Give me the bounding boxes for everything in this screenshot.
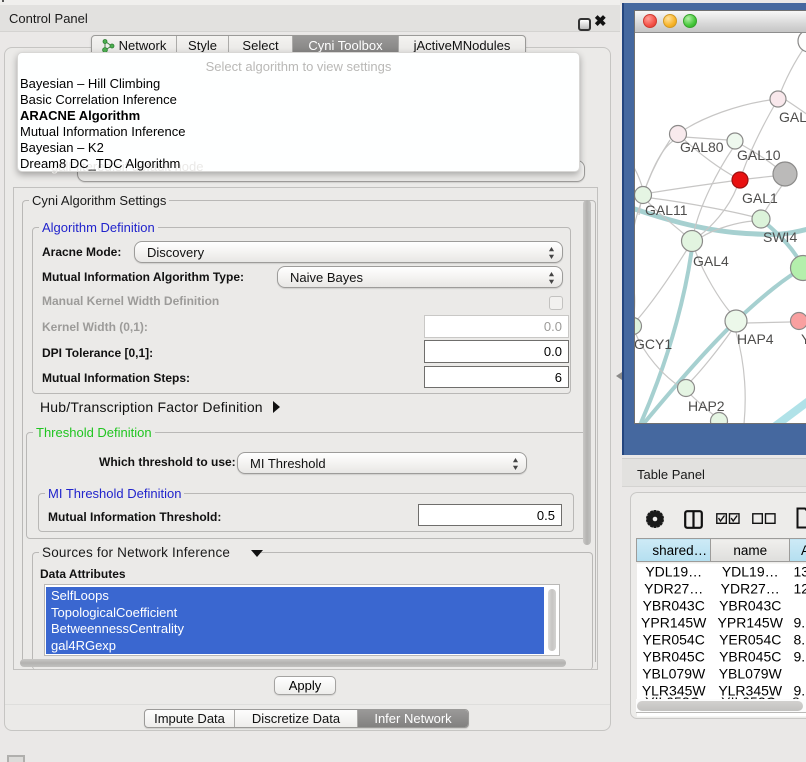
svg-text:GAL1: GAL1 xyxy=(742,190,778,206)
svg-text:YD: YD xyxy=(801,331,806,347)
svg-text:GAL7: GAL7 xyxy=(779,109,806,125)
svg-text:HAP4: HAP4 xyxy=(737,331,774,347)
svg-text:GCY1: GCY1 xyxy=(635,336,672,352)
svg-text:HAP2: HAP2 xyxy=(688,398,725,414)
svg-text:SWI4: SWI4 xyxy=(763,229,797,245)
svg-text:GAL80: GAL80 xyxy=(680,139,724,155)
svg-text:GAL10: GAL10 xyxy=(737,147,781,163)
svg-text:GAL11: GAL11 xyxy=(645,202,688,218)
svg-text:GAL4: GAL4 xyxy=(693,253,729,269)
